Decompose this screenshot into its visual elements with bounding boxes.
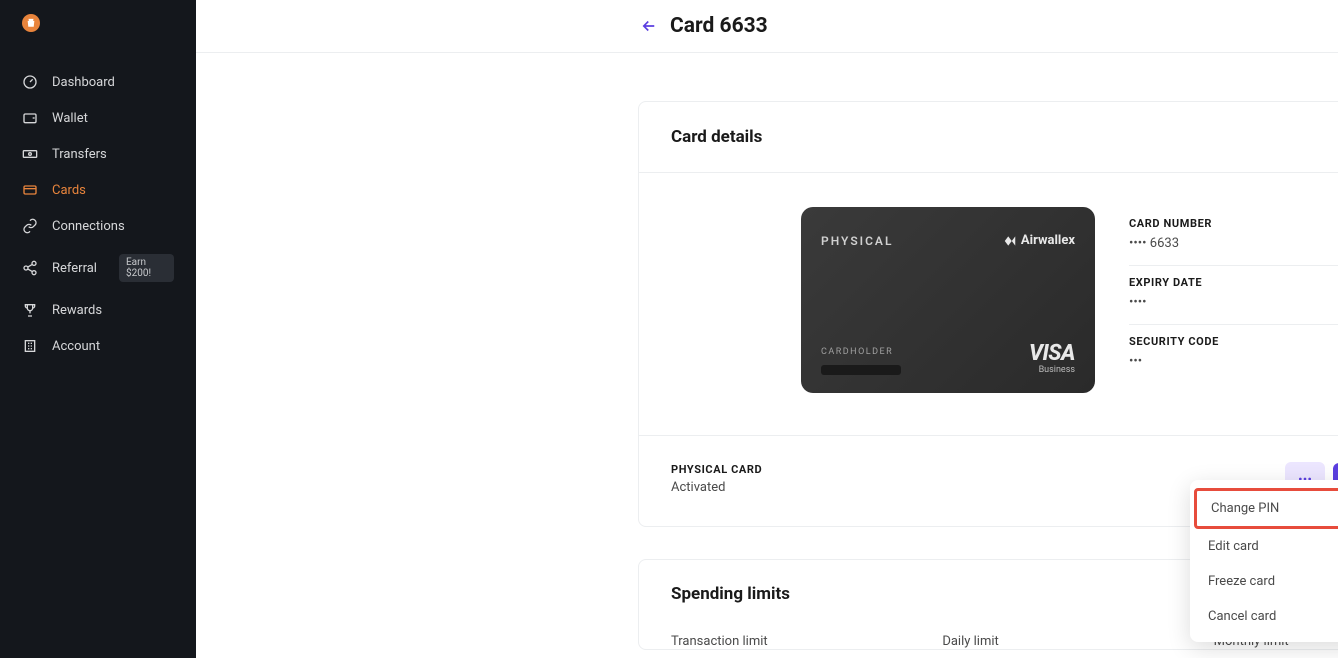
- sidebar-item-label: Cards: [52, 183, 86, 198]
- card-number-value: •••• 6633: [1129, 236, 1338, 251]
- visa-logo: VISA: [1029, 343, 1075, 365]
- menu-freeze-card[interactable]: Freeze card: [1190, 564, 1338, 599]
- trophy-icon: [22, 302, 38, 318]
- card-details-panel: Card details Active PHYSICAL Airwallex: [638, 101, 1338, 527]
- sidebar-item-label: Wallet: [52, 111, 88, 126]
- app-logo: [22, 14, 40, 32]
- card-type-label: PHYSICAL: [821, 234, 893, 248]
- card-actions-dropdown: Change PIN Edit card Freeze card Cancel …: [1190, 480, 1338, 642]
- cardholder-label: CARDHOLDER: [821, 347, 901, 357]
- referral-badge: Earn $200!: [119, 254, 174, 282]
- menu-edit-card[interactable]: Edit card: [1190, 529, 1338, 564]
- sidebar-item-wallet[interactable]: Wallet: [0, 100, 196, 136]
- airwallex-logo-icon: [1003, 234, 1017, 248]
- sidebar-item-connections[interactable]: Connections: [0, 208, 196, 244]
- security-code-value: •••: [1129, 354, 1338, 369]
- wallet-icon: [22, 110, 38, 126]
- sidebar-item-label: Dashboard: [52, 75, 115, 90]
- page-title: Card 6633: [670, 14, 768, 38]
- arrow-left-icon: [640, 17, 658, 35]
- physical-card-status: Activated: [671, 480, 762, 495]
- visa-sub: Business: [1029, 365, 1075, 375]
- card-info-fields: CARD NUMBER •••• 6633 EXPIRY DATE •••• S…: [1129, 207, 1338, 383]
- cash-icon: [22, 146, 38, 162]
- menu-change-pin[interactable]: Change PIN: [1194, 488, 1338, 529]
- card-icon: [22, 182, 38, 198]
- back-button[interactable]: [638, 15, 660, 37]
- card-visual: PHYSICAL Airwallex CARDHOLDER: [801, 207, 1095, 393]
- daily-limit-label: Daily limit: [942, 634, 1213, 649]
- sidebar-item-label: Connections: [52, 219, 125, 234]
- transaction-limit-label: Transaction limit: [671, 634, 942, 649]
- sidebar-item-label: Rewards: [52, 303, 102, 318]
- sidebar-item-referral[interactable]: Referral Earn $200!: [0, 244, 196, 292]
- card-number-label: CARD NUMBER: [1129, 217, 1338, 230]
- card-brand: Airwallex: [1003, 233, 1075, 248]
- building-icon: [22, 338, 38, 354]
- sidebar-item-cards[interactable]: Cards: [0, 172, 196, 208]
- sidebar-item-dashboard[interactable]: Dashboard: [0, 64, 196, 100]
- cardholder-redacted: [821, 365, 901, 375]
- expiry-value: ••••: [1129, 295, 1338, 310]
- sidebar-item-transfers[interactable]: Transfers: [0, 136, 196, 172]
- gauge-icon: [22, 74, 38, 90]
- card-details-title: Card details: [671, 127, 762, 147]
- physical-card-label: PHYSICAL CARD: [671, 463, 762, 476]
- sidebar: Dashboard Wallet Transfers Cards Connect…: [0, 0, 196, 658]
- sidebar-item-rewards[interactable]: Rewards: [0, 292, 196, 328]
- link-icon: [22, 218, 38, 234]
- topbar: Card 6633: [196, 0, 1338, 53]
- security-code-label: SECURITY CODE: [1129, 335, 1338, 348]
- main-content: Card 6633 Card details Active PHYSICAL A…: [196, 0, 1338, 658]
- sidebar-item-label: Account: [52, 339, 100, 354]
- expiry-label: EXPIRY DATE: [1129, 276, 1338, 289]
- sidebar-item-account[interactable]: Account: [0, 328, 196, 364]
- sidebar-item-label: Referral: [52, 261, 97, 276]
- share-icon: [22, 260, 38, 276]
- menu-cancel-card[interactable]: Cancel card: [1190, 599, 1338, 634]
- sidebar-item-label: Transfers: [52, 147, 107, 162]
